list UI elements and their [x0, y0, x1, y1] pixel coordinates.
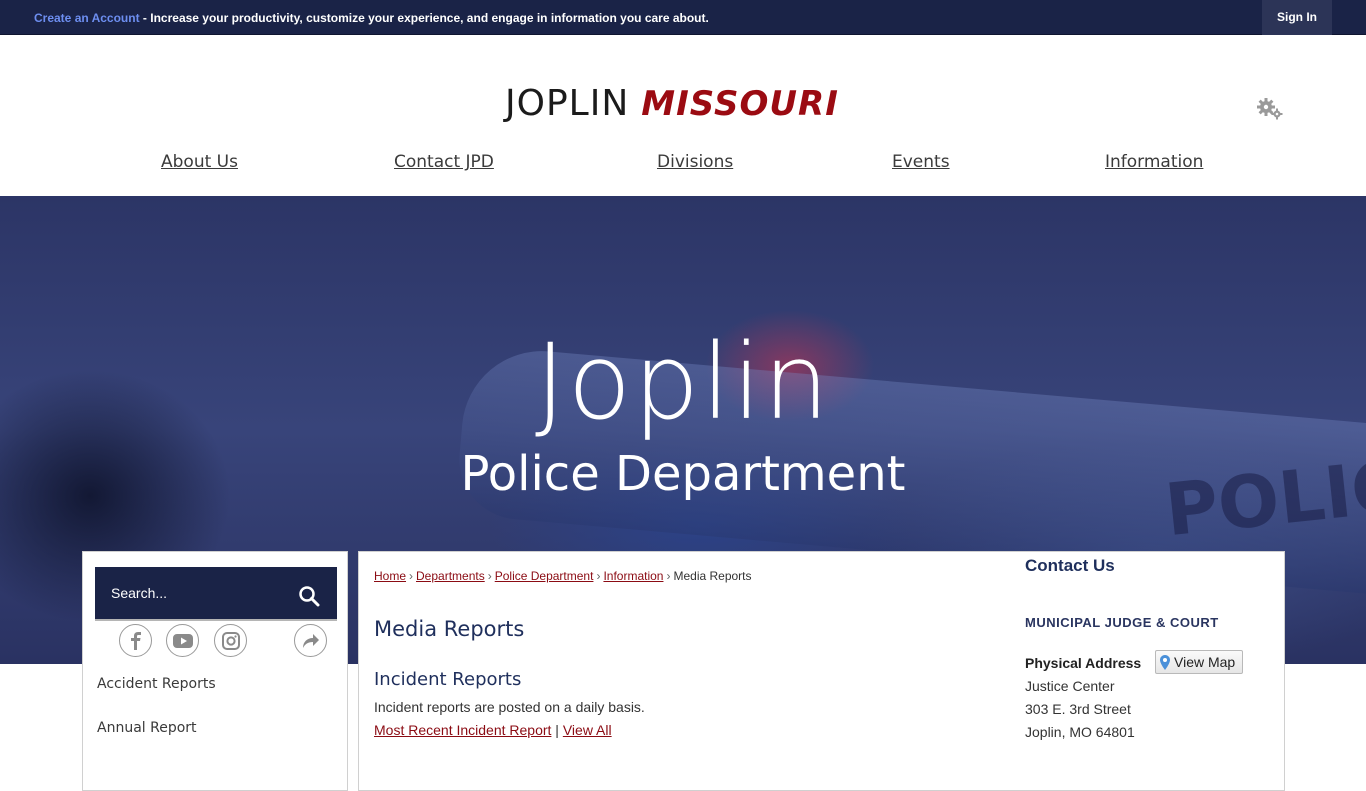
contact-org: MUNICIPAL JUDGE & COURT: [1025, 615, 1219, 630]
top-bar: Create an Account - Increase your produc…: [0, 0, 1366, 35]
main-nav: About Us Contact JPD Divisions Events In…: [0, 152, 1366, 174]
address-line-3: Joplin, MO 64801: [1025, 724, 1135, 740]
map-pin-icon: [1160, 654, 1170, 670]
section-description: Incident reports are posted on a daily b…: [374, 699, 645, 715]
report-links: Most Recent Incident Report | View All: [374, 722, 612, 738]
hero-subtitle: Police Department: [460, 446, 906, 502]
address-line-1: Justice Center: [1025, 678, 1115, 694]
site-header: JOPLIN MISSOURI About Us Contact JPD Divi…: [0, 35, 1366, 196]
youtube-icon[interactable]: [166, 624, 199, 657]
section-title: Incident Reports: [374, 669, 522, 690]
left-sidebar: Accident Reports Annual Report: [82, 551, 348, 791]
account-promo: Create an Account - Increase your produc…: [34, 11, 709, 25]
nav-divisions[interactable]: Divisions: [657, 152, 733, 172]
breadcrumb-departments[interactable]: Departments: [416, 569, 485, 583]
nav-information[interactable]: Information: [1105, 152, 1203, 172]
create-account-link[interactable]: Create an Account: [34, 11, 140, 25]
search-icon[interactable]: [298, 585, 320, 607]
search-input[interactable]: [95, 567, 285, 619]
share-icon[interactable]: [294, 624, 327, 657]
view-all-link[interactable]: View All: [563, 722, 612, 738]
breadcrumb: Home › Departments › Police Department › Infor…: [374, 569, 752, 583]
view-map-label: View Map: [1174, 654, 1236, 670]
main-content: Home › Departments › Police Department › Infor…: [358, 551, 1285, 791]
page-title: Media Reports: [374, 617, 525, 641]
search-box: [95, 567, 337, 621]
facebook-icon[interactable]: [119, 624, 152, 657]
most-recent-report-link[interactable]: Most Recent Incident Report: [374, 722, 551, 738]
sidebar-link-accident-reports[interactable]: Accident Reports: [97, 676, 216, 692]
address-line-2: 303 E. 3rd Street: [1025, 701, 1131, 717]
nav-contact-jpd[interactable]: Contact JPD: [394, 152, 494, 172]
link-separator: |: [551, 722, 563, 738]
view-map-button[interactable]: View Map: [1155, 650, 1243, 674]
breadcrumb-home[interactable]: Home: [374, 569, 406, 583]
breadcrumb-police-department[interactable]: Police Department: [495, 569, 594, 583]
sidebar-link-annual-report[interactable]: Annual Report: [97, 720, 197, 736]
contact-title: Contact Us: [1025, 556, 1115, 575]
address-label: Physical Address: [1025, 655, 1142, 671]
logo-state: MISSOURI: [641, 84, 839, 124]
logo-city: JOPLIN: [505, 83, 630, 124]
breadcrumb-current: Media Reports: [673, 569, 752, 583]
hero-title: Joplin: [534, 321, 832, 443]
sign-in-button[interactable]: Sign In: [1262, 0, 1332, 35]
site-logo[interactable]: JOPLIN MISSOURI: [505, 83, 839, 124]
nav-events[interactable]: Events: [892, 152, 950, 172]
account-promo-text: - Increase your productivity, customize …: [139, 11, 709, 25]
nav-about-us[interactable]: About Us: [161, 152, 238, 172]
instagram-icon[interactable]: [214, 624, 247, 657]
gear-icon[interactable]: [1256, 97, 1284, 121]
breadcrumb-information[interactable]: Information: [603, 569, 663, 583]
